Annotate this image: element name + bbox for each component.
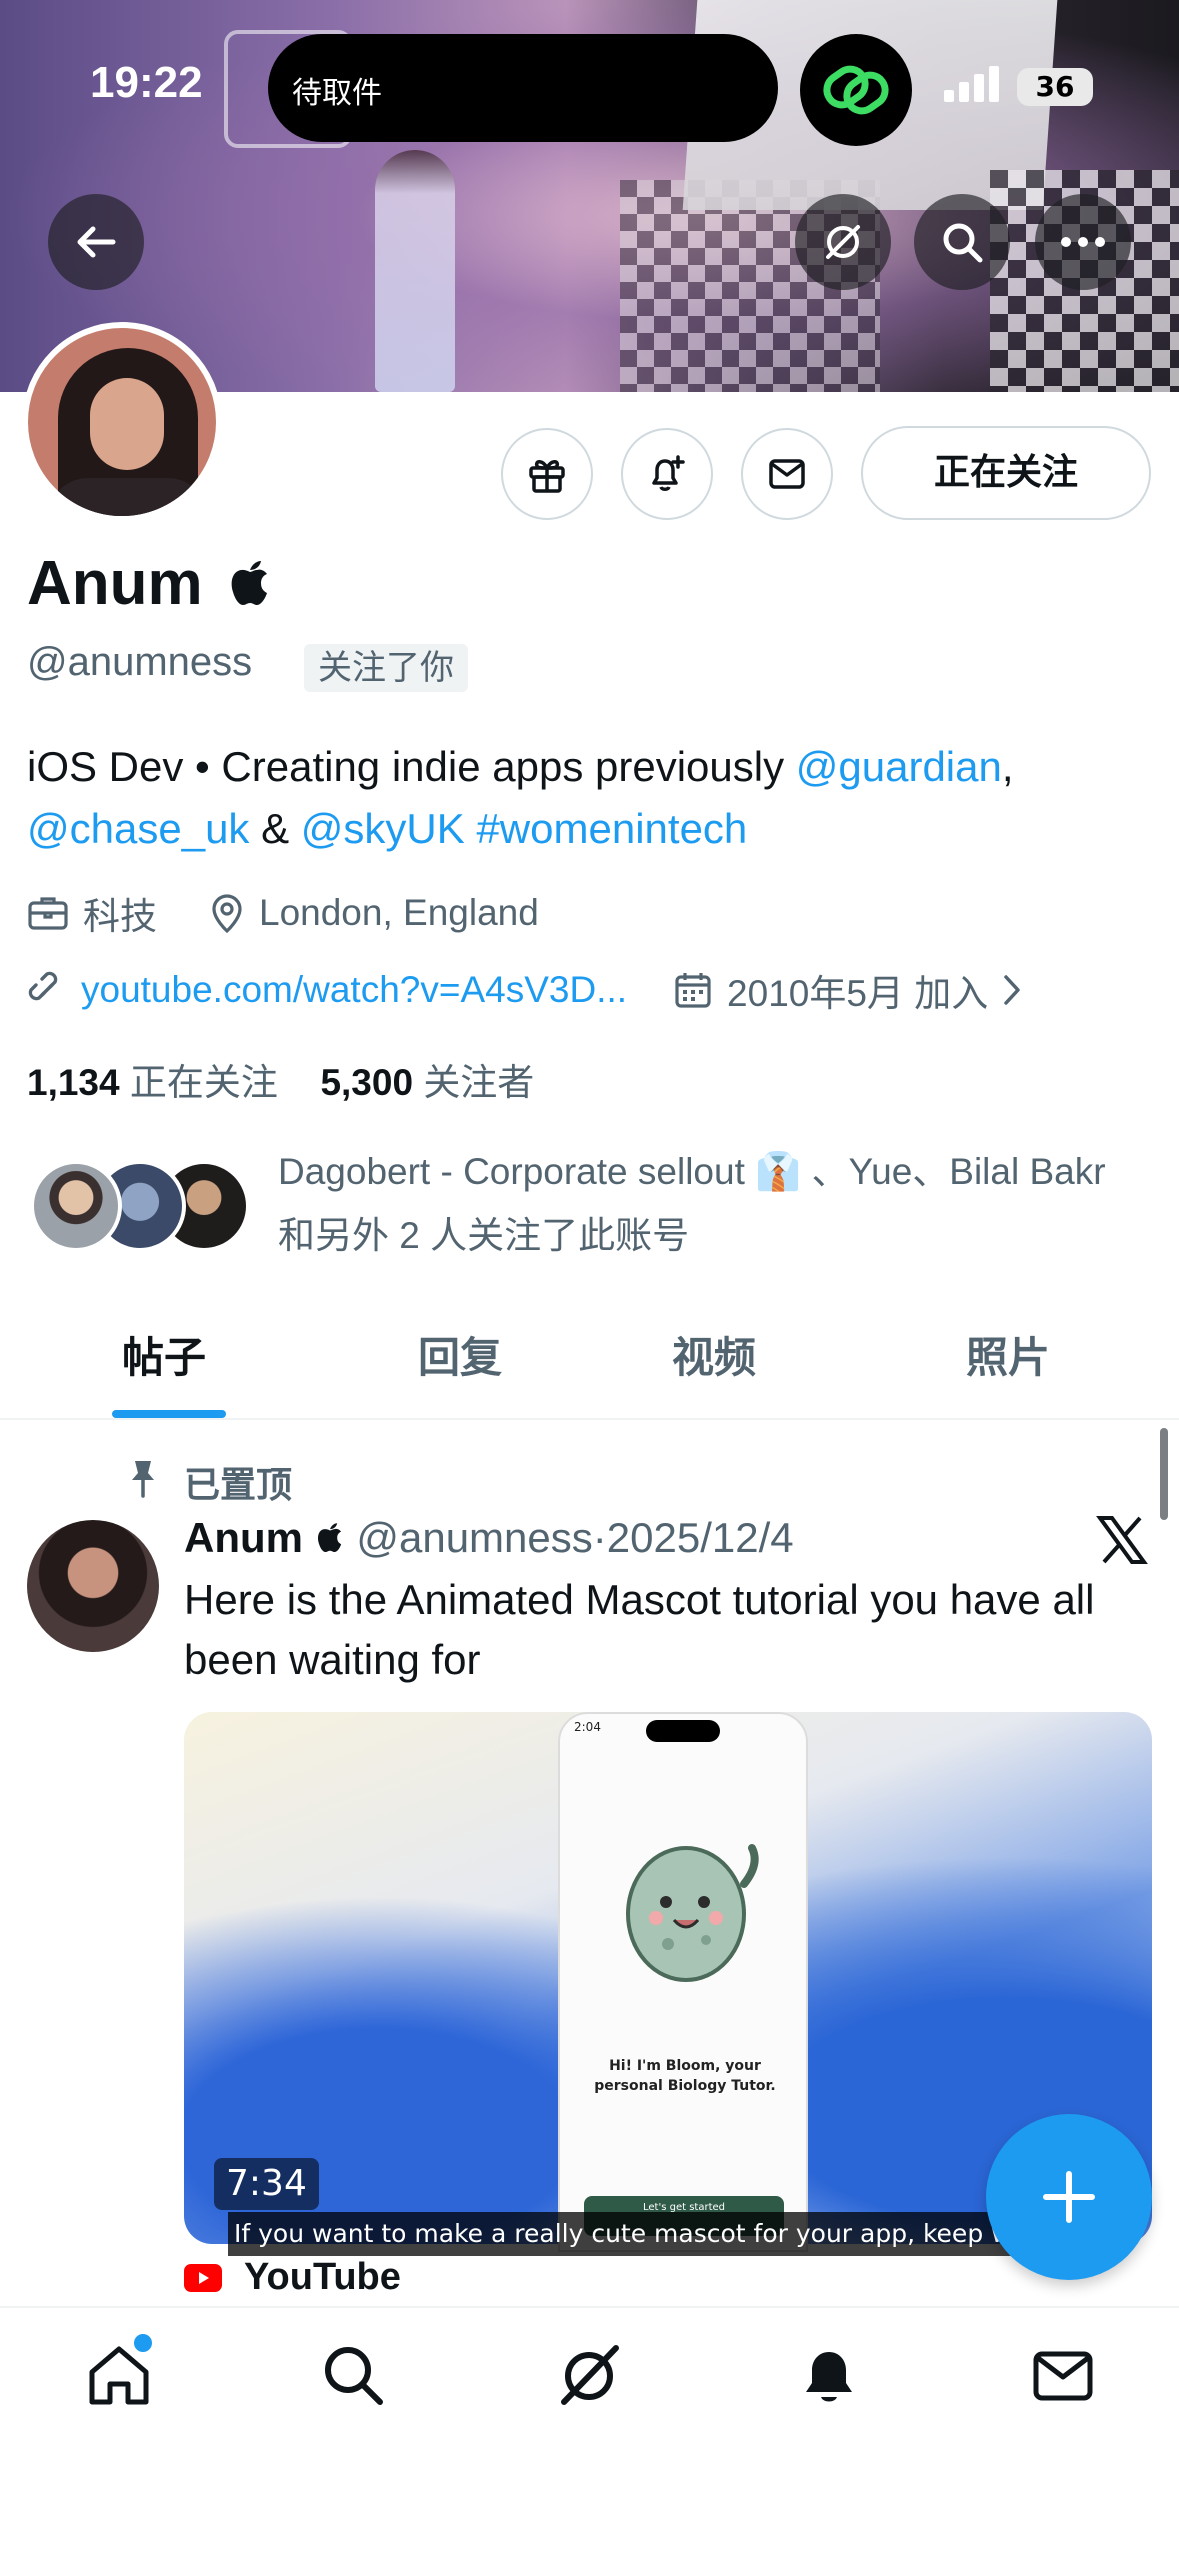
gift-button[interactable] <box>501 428 593 520</box>
mascot-illustration <box>626 1844 759 1982</box>
compose-post-button[interactable] <box>986 2114 1152 2280</box>
profile-bio: iOS Dev • Creating indie apps previously… <box>27 736 1147 860</box>
more-dots-icon <box>1061 237 1105 247</box>
post-header: Anum @anumness·2025/12/4 <box>184 1514 794 1562</box>
profile-handle: @anumness <box>27 640 253 684</box>
mention-chase-uk[interactable]: @chase_uk <box>27 805 249 852</box>
tab-replies[interactable]: 回复 <box>418 1324 502 1385</box>
mail-icon[interactable] <box>1028 2340 1098 2410</box>
post-separator: · <box>592 1514 607 1561</box>
following-count-link[interactable]: 1,134 正在关注 <box>27 1062 278 1103</box>
pin-icon <box>132 1461 154 1498</box>
follows-you-badge: 关注了你 <box>304 644 468 692</box>
following-label: 正在关注 <box>129 1062 278 1103</box>
banner-speaker <box>375 150 455 392</box>
apple-logo-icon <box>231 561 267 605</box>
follower-avatar-1 <box>30 1160 122 1252</box>
following-count: 1,134 <box>27 1062 120 1103</box>
chevron-right-icon[interactable] <box>1002 973 1022 1007</box>
bell-icon[interactable] <box>794 2340 864 2410</box>
scrollbar[interactable] <box>1160 1428 1168 1520</box>
grok-icon <box>826 225 860 259</box>
pinned-label: 已置顶 <box>184 1465 293 1506</box>
followed-by-text[interactable]: Dagobert - Corporate sellout 👔 、Yue、Bila… <box>278 1140 1138 1268</box>
profile-category: 科技 <box>83 896 157 937</box>
mention-skyuk[interactable]: @skyUK <box>301 805 465 852</box>
live-activity-link-icon[interactable] <box>800 34 912 146</box>
bell-plus-icon <box>652 455 685 491</box>
tab-posts[interactable]: 帖子 <box>122 1324 206 1385</box>
back-button[interactable] <box>48 194 144 290</box>
mention-guardian[interactable]: @guardian <box>796 743 1002 790</box>
plus-icon <box>1043 2171 1095 2223</box>
profile-name: Anum <box>27 548 272 619</box>
link-icon <box>28 971 58 1001</box>
phone-status-time: 2:04 <box>574 1720 601 1734</box>
followers-count-link[interactable]: 5,300 关注者 <box>320 1062 534 1103</box>
message-button[interactable] <box>741 428 833 520</box>
search-icon[interactable] <box>318 2340 388 2410</box>
avatar-body <box>48 478 208 516</box>
profile-website-link[interactable]: youtube.com/watch?v=A4sV3D... <box>81 969 627 1011</box>
bio-ampersand: & <box>249 805 301 852</box>
x-logo-icon[interactable] <box>1096 1514 1148 1566</box>
search-icon <box>943 223 983 263</box>
search-button[interactable] <box>914 194 1010 290</box>
profile-joined-date[interactable]: 2010年5月 加入 <box>727 963 988 1017</box>
live-activity-label: 待取件 <box>292 76 382 111</box>
video-source: YouTube <box>244 2256 401 2298</box>
profile-meta-row-2: youtube.com/watch?v=A4sV3D... 2010年5月 加入 <box>27 963 1022 1017</box>
cellular-signal-icon <box>944 66 999 102</box>
post-author-avatar[interactable] <box>27 1520 159 1652</box>
notify-button[interactable] <box>621 428 713 520</box>
location-pin-icon <box>212 894 242 934</box>
battery-indicator: 36 <box>1017 68 1093 106</box>
grok-button[interactable] <box>795 194 891 290</box>
active-tab-indicator <box>112 1410 226 1418</box>
tab-photos[interactable]: 照片 <box>966 1324 1050 1385</box>
post-text: Here is the Animated Mascot tutorial you… <box>184 1576 1095 1683</box>
avatar-face <box>90 378 164 470</box>
more-options-button[interactable] <box>1035 194 1131 290</box>
video-caption: If you want to make a really cute mascot… <box>228 2212 1111 2256</box>
profile-name-text: Anum <box>27 549 203 618</box>
tabs-divider <box>0 1418 1179 1420</box>
post-date[interactable]: 2025/12/4 <box>607 1514 794 1561</box>
home-notification-dot <box>134 2334 152 2352</box>
followers-label: 关注者 <box>423 1062 535 1103</box>
status-time: 19:22 <box>90 58 203 107</box>
grok-icon[interactable] <box>554 2340 624 2410</box>
follow-counts: 1,134 正在关注 5,300 关注者 <box>27 1052 534 1106</box>
bio-comma: , <box>1001 743 1014 790</box>
following-button[interactable]: 正在关注 <box>861 426 1151 520</box>
followers-count: 5,300 <box>320 1062 414 1103</box>
post-author-name[interactable]: Anum <box>184 1514 303 1561</box>
dynamic-island[interactable]: 待取件 <box>268 34 778 142</box>
tab-videos[interactable]: 视频 <box>672 1324 756 1385</box>
video-phone-mockup: 2:04 Hi! I'm Bloom, your personal Biolog… <box>558 1712 808 2252</box>
mail-icon <box>769 459 805 489</box>
profile-location: London, England <box>259 892 539 933</box>
briefcase-icon <box>28 897 68 930</box>
post-author-handle[interactable]: @anumness <box>356 1514 592 1561</box>
hashtag-womenintech[interactable]: #womenintech <box>476 805 747 852</box>
gift-icon <box>529 460 565 493</box>
bio-space <box>465 805 477 852</box>
profile-avatar[interactable] <box>22 322 222 522</box>
calendar-icon <box>675 973 711 1008</box>
bio-text: iOS Dev • Creating indie apps previously <box>27 743 796 790</box>
phone-screen-title: Hi! I'm Bloom, your personal Biology Tut… <box>594 2058 776 2094</box>
followed-by-avatars[interactable] <box>30 1160 260 1260</box>
arrow-left-icon <box>77 226 116 258</box>
phone-dynamic-island <box>646 1720 720 1742</box>
apple-logo-icon <box>317 1523 341 1553</box>
profile-meta-row-1: 科技 London, England <box>27 886 539 940</box>
youtube-logo-icon <box>184 2264 222 2292</box>
video-duration-badge: 7:34 <box>214 2158 319 2210</box>
